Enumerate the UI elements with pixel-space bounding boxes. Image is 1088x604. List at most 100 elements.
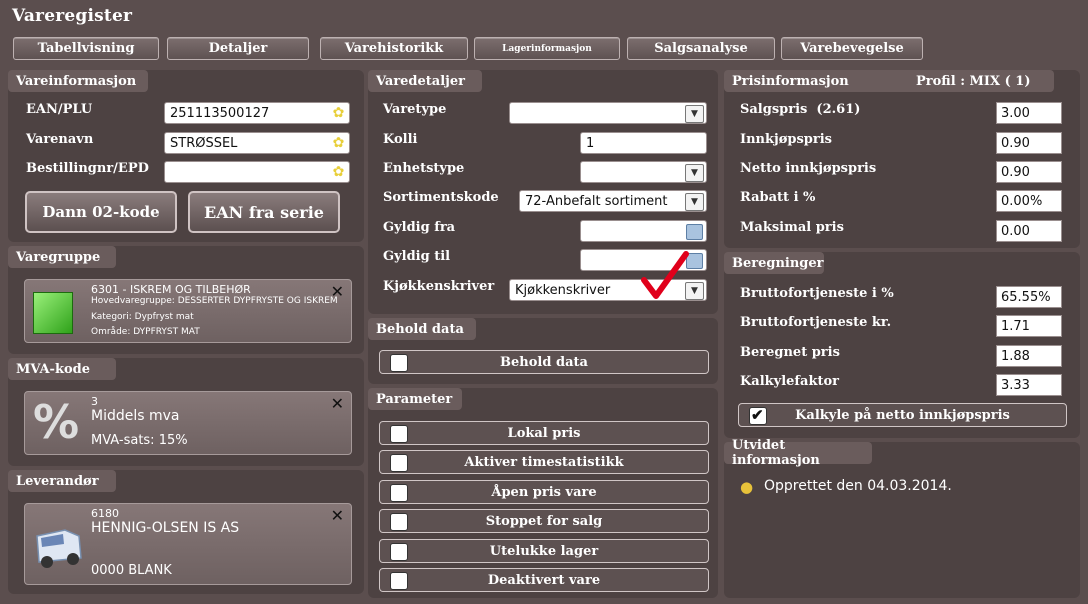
param-aktiver-timestatistikk[interactable]: Aktiver timestatistikk bbox=[379, 450, 709, 474]
tab-varebevegelse[interactable]: Varebevegelse bbox=[781, 37, 923, 60]
tab-lagerinformasjon[interactable]: Lagerinformasjon bbox=[474, 37, 620, 60]
salgspris-label-text: Salgspris bbox=[740, 102, 808, 117]
varedetaljer-title: Varedetaljer bbox=[368, 70, 482, 92]
coins-icon: ● bbox=[740, 478, 754, 496]
brutto-pct-label: Bruttofortjeneste i % bbox=[740, 286, 894, 301]
mva-name: Middels mva bbox=[91, 408, 180, 424]
param-label: Aktiver timestatistikk bbox=[464, 454, 624, 470]
percent-icon: % bbox=[33, 395, 80, 449]
calendar-icon[interactable] bbox=[686, 224, 703, 240]
tab-varehistorikk[interactable]: Varehistorikk bbox=[320, 37, 468, 60]
ean-value: 251113500127 bbox=[170, 105, 270, 121]
kjokken-label: Kjøkkenskriver bbox=[383, 279, 495, 294]
checkbox[interactable] bbox=[390, 543, 408, 561]
star-icon[interactable]: ✿ bbox=[331, 136, 346, 151]
param-stoppet-for-salg[interactable]: Stoppet for salg bbox=[379, 509, 709, 533]
brutto-kr-label: Bruttofortjeneste kr. bbox=[740, 315, 892, 330]
param-label: Åpen pris vare bbox=[491, 484, 597, 500]
behold-title: Behold data bbox=[368, 318, 476, 340]
rabatt-label: Rabatt i % bbox=[740, 190, 816, 205]
ean-label: EAN/PLU bbox=[26, 102, 93, 117]
param-lokal-pris[interactable]: Lokal pris bbox=[379, 421, 709, 445]
created-text: Opprettet den 04.03.2014. bbox=[764, 478, 952, 494]
star-icon[interactable]: ✿ bbox=[331, 106, 346, 121]
kolli-label: Kolli bbox=[383, 132, 418, 147]
behold-checkbox-row[interactable]: Behold data bbox=[379, 350, 709, 374]
gyldig-fra-field[interactable] bbox=[580, 220, 707, 242]
leverandor-title: Leverandør bbox=[8, 470, 116, 492]
kalkyle-netto-checkbox-row[interactable]: Kalkyle på netto innkjøpspris bbox=[738, 403, 1067, 427]
app-title: Vareregister bbox=[12, 6, 133, 26]
star-icon[interactable]: ✿ bbox=[331, 165, 346, 180]
kjokken-value: Kjøkkenskriver bbox=[515, 282, 611, 298]
tab-detaljer[interactable]: Detaljer bbox=[167, 37, 309, 60]
varegruppe-card[interactable]: 6301 - ISKREM OG TILBEHØR Hovedvaregrupp… bbox=[24, 279, 352, 343]
checkbox[interactable] bbox=[390, 484, 408, 502]
gyldig-fra-label: Gyldig fra bbox=[383, 220, 456, 235]
innkjop-label: Innkjøpspris bbox=[740, 132, 832, 147]
sortiment-select[interactable]: 72-Anbefalt sortiment ▼ bbox=[519, 190, 707, 212]
pris-title: Prisinformasjon bbox=[732, 73, 849, 89]
enhetstype-label: Enhetstype bbox=[383, 161, 465, 176]
param-label: Utelukke lager bbox=[489, 543, 599, 559]
beregnet-field[interactable]: 1.88 bbox=[996, 345, 1062, 367]
dann-02-kode-button[interactable]: Dann 02-kode bbox=[25, 191, 177, 233]
ean-fra-serie-button[interactable]: EAN fra serie bbox=[188, 191, 340, 233]
kalkyle-netto-label: Kalkyle på netto innkjøpspris bbox=[795, 407, 1010, 423]
leverandor-card[interactable]: 6180 HENNIG-OLSEN IS AS 0000 BLANK ✕ bbox=[24, 503, 352, 585]
behold-label: Behold data bbox=[500, 354, 588, 370]
tab-tabellvisning[interactable]: Tabellvisning bbox=[13, 37, 159, 60]
checkbox[interactable] bbox=[390, 425, 408, 443]
param-label: Deaktivert vare bbox=[487, 572, 601, 588]
close-icon[interactable]: ✕ bbox=[331, 506, 344, 525]
sortiment-label: Sortimentskode bbox=[383, 190, 499, 205]
varenavn-field[interactable]: STRØSSEL ✿ bbox=[164, 132, 350, 154]
chevron-down-icon[interactable]: ▼ bbox=[685, 105, 704, 123]
varetype-select[interactable]: ▼ bbox=[509, 102, 707, 124]
salgspris-field[interactable]: 3.00 bbox=[996, 102, 1062, 124]
rabatt-field[interactable]: 0.00% bbox=[996, 190, 1062, 212]
netto-field[interactable]: 0.90 bbox=[996, 161, 1062, 183]
checkbox[interactable] bbox=[390, 454, 408, 472]
green-cube-icon bbox=[33, 292, 73, 334]
behold-checkbox[interactable] bbox=[390, 354, 408, 372]
kolli-field[interactable]: 1 bbox=[580, 132, 707, 154]
leverandor-extra: 0000 BLANK bbox=[91, 563, 172, 578]
bestilling-label: Bestillingnr/EPD bbox=[26, 161, 149, 176]
param-label: Stoppet for salg bbox=[485, 513, 603, 529]
salgspris-label: Salgspris (2.61) bbox=[740, 102, 860, 117]
param-utelukke-lager[interactable]: Utelukke lager bbox=[379, 539, 709, 563]
mva-card[interactable]: % 3 Middels mva MVA-sats: 15% ✕ bbox=[24, 391, 352, 455]
kalkyle-netto-checkbox[interactable] bbox=[749, 406, 767, 425]
maks-label: Maksimal pris bbox=[740, 220, 844, 235]
bestilling-field[interactable]: ✿ bbox=[164, 161, 350, 183]
varegruppe-line3: Kategori: Dypfryst mat bbox=[91, 312, 194, 322]
brutto-kr-field[interactable]: 1.71 bbox=[996, 315, 1062, 337]
checkbox[interactable] bbox=[390, 513, 408, 531]
brutto-pct-field[interactable]: 65.55% bbox=[996, 286, 1062, 308]
mva-sats: MVA-sats: 15% bbox=[91, 433, 188, 448]
checkbox[interactable] bbox=[390, 572, 408, 590]
kalkyle-field[interactable]: 3.33 bbox=[996, 374, 1062, 396]
mva-title: MVA-kode bbox=[8, 358, 116, 380]
varegruppe-line1: 6301 - ISKREM OG TILBEHØR bbox=[91, 283, 251, 296]
close-icon[interactable]: ✕ bbox=[331, 282, 344, 301]
gyldig-til-label: Gyldig til bbox=[383, 249, 451, 264]
chevron-down-icon[interactable]: ▼ bbox=[685, 193, 704, 211]
close-icon[interactable]: ✕ bbox=[331, 394, 344, 413]
pris-title-bar: Prisinformasjon Profil : MIX ( 1) bbox=[724, 70, 1054, 92]
utvidet-title: Utvidet informasjon bbox=[724, 438, 872, 468]
rabatt-value: 0.00 bbox=[1001, 193, 1030, 209]
param-apen-pris-vare[interactable]: Åpen pris vare bbox=[379, 480, 709, 504]
innkjop-field[interactable]: 0.90 bbox=[996, 132, 1062, 154]
ean-field[interactable]: 251113500127 ✿ bbox=[164, 102, 350, 124]
param-deaktivert-vare[interactable]: Deaktivert vare bbox=[379, 568, 709, 592]
enhetstype-select[interactable]: ▼ bbox=[580, 161, 707, 183]
maks-field[interactable]: 0.00 bbox=[996, 220, 1062, 242]
varegruppe-line2: Hovedvaregruppe: DESSERTER DYPFRYSTE OG … bbox=[91, 296, 338, 306]
chevron-down-icon[interactable]: ▼ bbox=[685, 164, 704, 182]
tab-salgsanalyse[interactable]: Salgsanalyse bbox=[627, 37, 775, 60]
vareinfo-title: Vareinformasjon bbox=[8, 70, 148, 92]
netto-label: Netto innkjøpspris bbox=[740, 161, 877, 176]
kalkyle-label: Kalkylefaktor bbox=[740, 374, 839, 389]
